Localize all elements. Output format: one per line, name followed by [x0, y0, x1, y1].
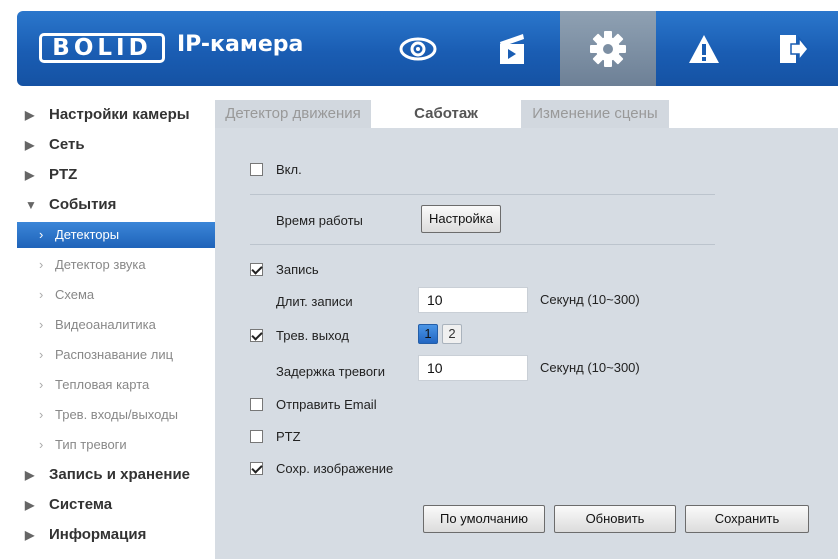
- sidebar-subitem-scheme[interactable]: › Схема: [17, 280, 215, 310]
- sidebar-item-label: Система: [49, 496, 113, 513]
- email-checkbox[interactable]: [250, 398, 263, 411]
- app-title: IP-камера: [177, 32, 304, 57]
- schedule-setup-button[interactable]: Настройка: [421, 205, 501, 233]
- alarm-delay-unit: Секунд (10~300): [540, 360, 640, 375]
- sidebar-subitem-audio-detector[interactable]: › Детектор звука: [17, 250, 215, 280]
- sidebar-subitem-face-recognition[interactable]: › Распознавание лиц: [17, 340, 215, 370]
- record-duration-input[interactable]: 10: [418, 287, 528, 313]
- sidebar-subitem-alarm-io[interactable]: › Трев. входы/выходы: [17, 400, 215, 430]
- email-label: Отправить Email: [276, 397, 377, 412]
- chevron-right-icon: ›: [39, 347, 44, 362]
- sidebar-item-ptz[interactable]: ▶ PTZ: [17, 160, 215, 190]
- tab-motion-detector[interactable]: Детектор движения: [215, 100, 371, 128]
- expand-arrow-icon: ▶: [25, 138, 35, 152]
- alarm-delay-label: Задержка тревоги: [276, 364, 386, 379]
- alarm-channel-2[interactable]: 2: [442, 324, 462, 344]
- enable-checkbox[interactable]: [250, 163, 263, 176]
- record-duration-unit: Секунд (10~300): [540, 292, 640, 307]
- logout-icon[interactable]: [758, 11, 828, 86]
- chevron-right-icon: ›: [39, 407, 44, 422]
- expand-arrow-icon: ▶: [25, 168, 35, 182]
- sidebar-item-info[interactable]: ▶ Информация: [17, 520, 215, 550]
- sidebar-item-label: События: [49, 196, 117, 213]
- expand-arrow-icon: ▶: [25, 108, 35, 122]
- sidebar-item-label: Детекторы: [55, 227, 120, 242]
- sidebar-item-label: Информация: [49, 526, 147, 543]
- chevron-right-icon: ›: [39, 437, 44, 452]
- eye-icon[interactable]: [383, 11, 453, 86]
- sidebar-item-label: Сеть: [49, 136, 85, 153]
- refresh-button[interactable]: Обновить: [554, 505, 676, 533]
- expand-arrow-icon: ▶: [25, 468, 35, 482]
- sidebar-subitem-alarm-type[interactable]: › Тип тревоги: [17, 430, 215, 460]
- expand-arrow-icon: ▶: [25, 528, 35, 542]
- sidebar-item-events[interactable]: ▼ События: [17, 190, 215, 220]
- record-label: Запись: [276, 262, 319, 277]
- chevron-right-icon: ›: [39, 317, 44, 332]
- sidebar-item-label: Запись и хранение: [49, 466, 191, 483]
- alarm-delay-input[interactable]: 10: [418, 355, 528, 381]
- sidebar-item-camera-settings[interactable]: ▶ Настройки камеры: [17, 100, 215, 130]
- alarm-out-checkbox[interactable]: [250, 329, 263, 342]
- gear-icon[interactable]: [560, 11, 656, 86]
- tab-tampering[interactable]: Саботаж: [378, 100, 514, 128]
- collapse-arrow-icon: ▼: [25, 198, 37, 212]
- sidebar-item-label: Видеоаналитика: [55, 317, 156, 332]
- default-button[interactable]: По умолчанию: [423, 505, 545, 533]
- sidebar-item-label: Тип тревоги: [55, 437, 127, 452]
- sidebar-item-label: Схема: [55, 287, 95, 302]
- sidebar-subitem-video-analytics[interactable]: › Видеоаналитика: [17, 310, 215, 340]
- sidebar-item-label: Настройки камеры: [49, 106, 190, 123]
- chevron-right-icon: ›: [39, 227, 44, 242]
- chevron-right-icon: ›: [39, 377, 44, 392]
- snapshot-label: Сохр. изображение: [276, 461, 394, 476]
- expand-arrow-icon: ▶: [25, 498, 35, 512]
- sidebar-item-label: Распознавание лиц: [55, 347, 174, 362]
- settings-panel: Вкл. Время работы Настройка Запись Длит.…: [215, 128, 838, 559]
- sidebar-subitem-detectors[interactable]: › Детекторы: [17, 222, 215, 248]
- record-duration-label: Длит. записи: [276, 294, 353, 309]
- clapperboard-icon[interactable]: [477, 11, 547, 86]
- record-checkbox[interactable]: [250, 263, 263, 276]
- divider: [250, 194, 715, 195]
- snapshot-checkbox[interactable]: [250, 462, 263, 475]
- divider: [250, 244, 715, 245]
- tab-scene-change[interactable]: Изменение сцены: [521, 100, 669, 128]
- sidebar-item-label: Детектор звука: [55, 257, 146, 272]
- tab-bar: Детектор движения Саботаж Изменение сцен…: [215, 100, 838, 128]
- alarm-channel-1[interactable]: 1: [418, 324, 438, 344]
- ptz-checkbox[interactable]: [250, 430, 263, 443]
- sidebar-item-network[interactable]: ▶ Сеть: [17, 130, 215, 160]
- sidebar-item-system[interactable]: ▶ Система: [17, 490, 215, 520]
- enable-label: Вкл.: [276, 162, 302, 177]
- sidebar-menu: ▶ Настройки камеры ▶ Сеть ▶ PTZ ▼ Событи…: [17, 100, 215, 550]
- warning-icon[interactable]: [669, 11, 739, 86]
- sidebar-item-label: PTZ: [49, 166, 78, 183]
- alarm-out-label: Трев. выход: [276, 328, 349, 343]
- top-header: BOLID IP-камера: [17, 11, 838, 86]
- ptz-label: PTZ: [276, 429, 301, 444]
- sidebar-item-storage[interactable]: ▶ Запись и хранение: [17, 460, 215, 490]
- bolid-logo: BOLID: [39, 33, 165, 63]
- sidebar-item-label: Трев. входы/выходы: [55, 407, 179, 422]
- save-button[interactable]: Сохранить: [685, 505, 809, 533]
- chevron-right-icon: ›: [39, 257, 44, 272]
- sidebar-item-label: Тепловая карта: [55, 377, 150, 392]
- chevron-right-icon: ›: [39, 287, 44, 302]
- schedule-label: Время работы: [276, 213, 363, 228]
- sidebar-subitem-heatmap[interactable]: › Тепловая карта: [17, 370, 215, 400]
